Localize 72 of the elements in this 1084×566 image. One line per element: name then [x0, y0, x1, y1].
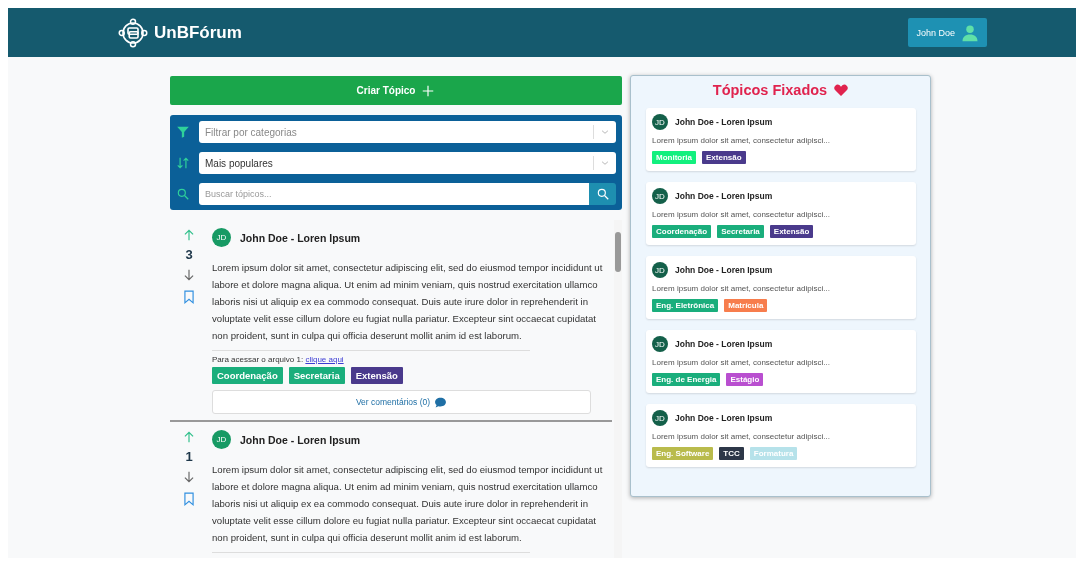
category-tag: Extensão: [350, 367, 403, 384]
bookmark-icon[interactable]: [182, 491, 196, 507]
filter-icon: [176, 125, 190, 139]
category-tag: Eng. Software: [652, 447, 714, 460]
post-text: Lorem ipsum dolor sit amet, consectetur adipiscing elit, sed do eiusmod tempor incididunt ut labore et dolore magna aliqua. Ut enim ad minim veniam, quis nostrud exercitation ullamco laboris nisi ut aliquip ex ea commodo consequat. Duis aute irure dolor in reprehenderit in voluptate velit esse cillum dolore eu fugiat nulla pariatur. Excepteur sint occaecat cupidatat non proident, sunt in culpa qui officia deserunt mollit anim id est laborum.: [212, 261, 604, 343]
avatar: JD: [652, 114, 668, 130]
category-tag: Formatura: [749, 447, 798, 460]
avatar: JD: [652, 410, 668, 426]
topic-excerpt: Lorem ipsum dolor sit amet, consectetur adipisci...: [652, 432, 831, 441]
downvote-icon[interactable]: [182, 268, 196, 282]
file-link[interactable]: clique aqui: [305, 355, 344, 364]
chevron-down-icon: [600, 158, 610, 168]
category-tag: TCC: [719, 447, 744, 460]
scrollbar[interactable]: [614, 220, 622, 558]
plus-icon: [421, 83, 436, 98]
pinned-topic-card[interactable]: JD John Doe - Loren Ipsum Lorem ipsum dolor sit amet, consectetur adipisci... Eng. Software TCC Formatura: [646, 404, 916, 467]
comments-button[interactable]: Ver comentários (0): [212, 390, 591, 414]
topic-title: John Doe - Loren Ipsum: [675, 117, 773, 127]
topic-excerpt: Lorem ipsum dolor sit amet, consectetur adipisci...: [652, 358, 831, 367]
search-icon: [176, 187, 190, 201]
post-title: John Doe - Loren Ipsum: [240, 231, 361, 244]
topic-excerpt: Lorem ipsum dolor sit amet, consectetur adipisci...: [652, 136, 831, 145]
avatar: JD: [652, 336, 668, 352]
user-icon: [961, 23, 979, 42]
category-tag: Matrícula: [724, 299, 768, 312]
category-tag: Monitoria: [652, 151, 696, 164]
vote-count: 1: [185, 451, 193, 463]
category-select[interactable]: Filtrar por categorias: [199, 121, 616, 143]
pinned-topic-card[interactable]: JD John Doe - Loren Ipsum Lorem ipsum dolor sit amet, consectetur adipisci... Eng. Eletrônica Matrícula: [646, 256, 916, 319]
topic-title: John Doe - Loren Ipsum: [675, 413, 773, 423]
topic-excerpt: Lorem ipsum dolor sit amet, consectetur adipisci...: [652, 284, 831, 293]
avatar: JD: [652, 188, 668, 204]
panel-title: Tópicos Fixados: [712, 82, 828, 98]
sort-icon: [176, 156, 190, 170]
file-text: Para acessar o arquivo 1: clique aqui: [212, 355, 345, 364]
vote-count: 3: [185, 249, 193, 261]
category-tag: Estágio: [726, 373, 764, 386]
category-tag: Secretaria: [717, 225, 764, 238]
search-icon: [595, 187, 610, 201]
category-tag: Extensão: [702, 151, 746, 164]
topic-excerpt: Lorem ipsum dolor sit amet, consectetur adipisci...: [652, 210, 831, 219]
category-tag: Extensão: [769, 225, 814, 238]
avatar: JD: [212, 430, 231, 449]
upvote-icon[interactable]: [182, 430, 196, 444]
topic-title: John Doe - Loren Ipsum: [675, 339, 773, 349]
logo-text: UnBFórum: [154, 22, 242, 43]
avatar: JD: [652, 262, 668, 278]
post-text: Lorem ipsum dolor sit amet, consectetur adipiscing elit, sed do eiusmod tempor incididunt ut labore et dolore magna aliqua. Ut enim ad minim veniam, quis nostrud exercitation ullamco laboris nisi ut aliquip ex ea commodo consequat. Duis aute irure dolor in reprehenderit in voluptate velit esse cillum dolore eu fugiat nulla pariatur. Excepteur sint occaecat cupidatat non proident, sunt in culpa qui officia deserunt mollit anim id est laborum.: [212, 463, 604, 545]
forum-logo-icon: [118, 17, 148, 48]
heart-icon: [833, 82, 850, 98]
topic-title: John Doe - Loren Ipsum: [675, 191, 773, 201]
search-field[interactable]: Buscar tópicos...: [199, 183, 589, 205]
post-title: John Doe - Loren Ipsum: [240, 433, 361, 446]
search-button[interactable]: [589, 183, 616, 205]
user-button[interactable]: John Doe: [908, 18, 987, 47]
speech-bubble-icon: [434, 395, 448, 409]
upvote-icon[interactable]: [182, 228, 196, 242]
pinned-topic-card[interactable]: JD John Doe - Loren Ipsum Lorem ipsum dolor sit amet, consectetur adipisci... Eng. de Energia Estágio: [646, 330, 916, 393]
chevron-down-icon: [600, 127, 610, 137]
category-tag: Eng. Eletrônica: [652, 299, 719, 312]
category-tag: Eng. de Energia: [652, 373, 721, 386]
pinned-topic-card[interactable]: JD John Doe - Loren Ipsum Lorem ipsum dolor sit amet, consectetur adipisci... Monitoria Extensão: [646, 108, 916, 171]
category-tag: Coordenação: [652, 225, 712, 238]
topic-title: John Doe - Loren Ipsum: [675, 265, 773, 275]
pinned-topic-card[interactable]: JD John Doe - Loren Ipsum Lorem ipsum dolor sit amet, consectetur adipisci... Coordenação Secretaria Extensão: [646, 182, 916, 245]
category-tag: Secretaria: [288, 367, 345, 384]
avatar: JD: [212, 228, 231, 247]
sort-select[interactable]: Mais populares: [199, 152, 616, 174]
downvote-icon[interactable]: [182, 470, 196, 484]
scrollbar-thumb[interactable]: [615, 232, 621, 272]
bookmark-icon[interactable]: [182, 289, 196, 305]
category-tag: Coordenação: [212, 367, 283, 384]
